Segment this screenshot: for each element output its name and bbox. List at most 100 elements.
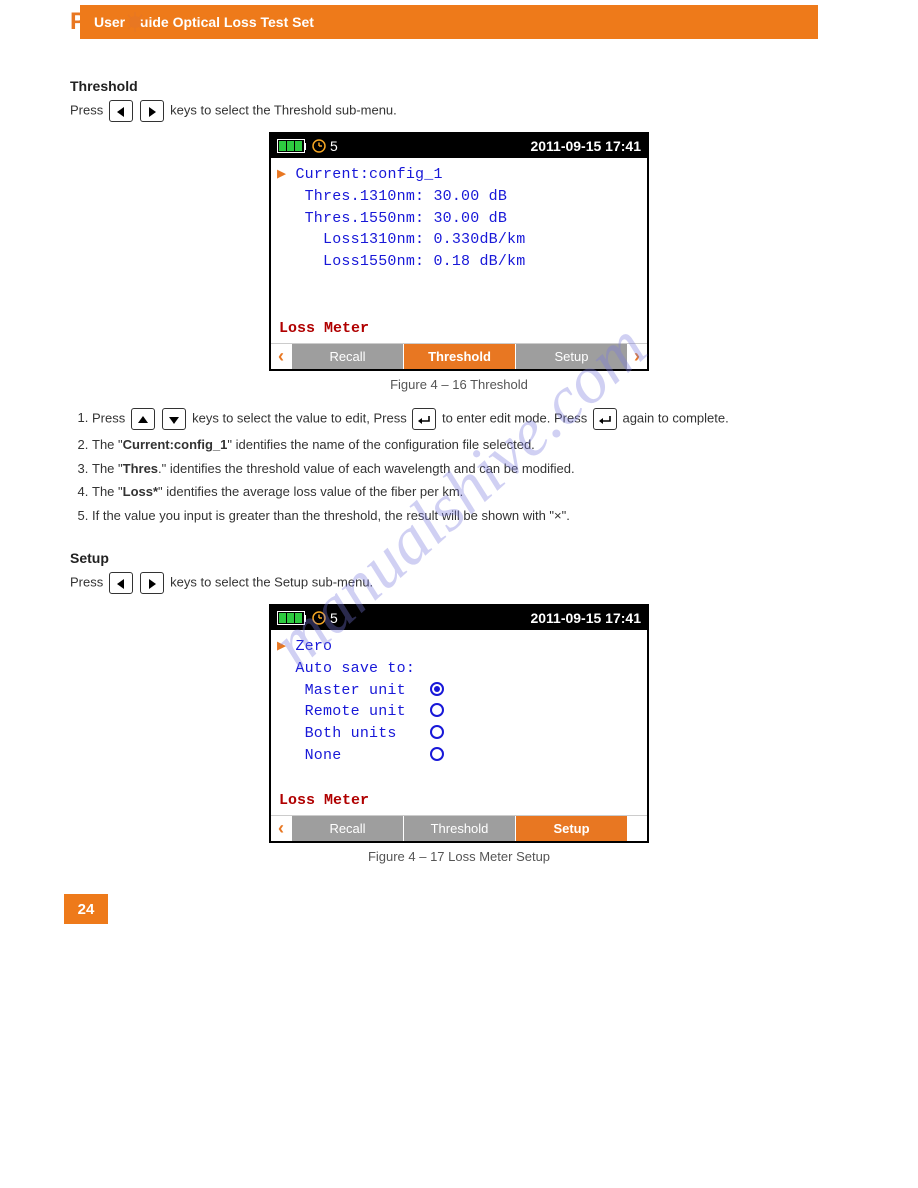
- text: " identifies the name of the configurati…: [227, 437, 534, 452]
- text: The ": [92, 437, 123, 452]
- radio-icon[interactable]: [430, 725, 444, 739]
- up-arrow-key-icon: [131, 408, 155, 430]
- figure-caption-threshold: Figure 4 – 16 Threshold: [70, 377, 848, 392]
- value: 30.00 dB: [433, 188, 507, 205]
- right-arrow-key-icon: [140, 572, 164, 594]
- tab-setup[interactable]: Setup: [515, 344, 627, 369]
- setup-intro: Press keys to select the Setup sub-menu.: [70, 572, 848, 594]
- text: " identifies the average loss value of t…: [158, 484, 463, 499]
- step-1: Press keys to select the value to edit, …: [92, 408, 848, 430]
- line-opt-both: Both units: [277, 723, 641, 745]
- text: to enter edit mode. Press: [442, 410, 587, 425]
- text: The ": [92, 484, 123, 499]
- battery-icon: [277, 139, 306, 153]
- radio-icon[interactable]: [430, 747, 444, 761]
- status-bar: 5 2011-09-15 17:41: [271, 606, 647, 630]
- clock-icon: [312, 139, 326, 153]
- text: Press: [70, 102, 103, 117]
- cursor-icon: ▶: [277, 638, 286, 655]
- bold: Current:config_1: [123, 437, 228, 452]
- device-screen-setup: 5 2011-09-15 17:41 ▶ Zero Auto save to: …: [269, 604, 649, 843]
- text: again to complete.: [622, 410, 728, 425]
- label: Loss1550nm:: [323, 253, 424, 270]
- text: Press: [92, 410, 125, 425]
- text: If the value you input is greater than t…: [92, 508, 570, 523]
- opt-label: Master unit: [305, 682, 406, 699]
- sun-icon: [125, 12, 145, 32]
- page-number: 24: [64, 894, 108, 924]
- datetime: 2011-09-15 17:41: [530, 610, 641, 626]
- left-arrow-key-icon: [109, 572, 133, 594]
- enter-key-icon: [593, 408, 617, 430]
- bold: Loss*: [123, 484, 158, 499]
- footer-label: Loss Meter: [271, 318, 647, 343]
- text: keys to select the value to edit, Press: [192, 410, 407, 425]
- clock-icon: [312, 611, 326, 625]
- line-opt-none: None: [277, 745, 641, 767]
- threshold-heading: Threshold: [70, 78, 848, 94]
- down-arrow-key-icon: [162, 408, 186, 430]
- threshold-steps: Press keys to select the value to edit, …: [70, 408, 848, 524]
- value: 30.00 dB: [433, 210, 507, 227]
- tab-recall[interactable]: Recall: [291, 816, 403, 841]
- tab-blank: [627, 816, 647, 841]
- page-header: PRO User Guide Optical Loss Test Set: [0, 0, 918, 44]
- timer-value: 5: [330, 610, 338, 626]
- current-config: Current:config_1: [295, 166, 442, 183]
- step-3: The "Thres." identifies the threshold va…: [92, 460, 848, 478]
- tab-threshold[interactable]: Threshold: [403, 344, 515, 369]
- datetime: 2011-09-15 17:41: [530, 138, 641, 154]
- text: ." identifies the threshold value of eac…: [158, 461, 575, 476]
- bold: Thres: [123, 461, 158, 476]
- line-current: ▶ Current:config_1: [277, 164, 641, 186]
- autosave-label: Auto save to:: [295, 660, 415, 677]
- line-autosave: Auto save to:: [277, 658, 641, 680]
- enter-key-icon: [412, 408, 436, 430]
- timer-value: 5: [330, 138, 338, 154]
- line-zero: ▶ Zero: [277, 636, 641, 658]
- label: Loss1310nm:: [323, 231, 424, 248]
- opt-label: Remote unit: [305, 703, 406, 720]
- text: Press: [70, 575, 103, 590]
- battery-icon: [277, 611, 306, 625]
- tab-next-icon[interactable]: ›: [627, 344, 647, 369]
- line-loss1310: Loss1310nm: 0.330dB/km: [277, 229, 641, 251]
- tab-recall[interactable]: Recall: [291, 344, 403, 369]
- text: The ": [92, 461, 123, 476]
- screen-body: ▶ Current:config_1 Thres.1310nm: 30.00 d…: [271, 158, 647, 318]
- line-thres1550: Thres.1550nm: 30.00 dB: [277, 208, 641, 230]
- radio-icon[interactable]: [430, 703, 444, 717]
- right-arrow-key-icon: [140, 100, 164, 122]
- text: keys to select the Threshold sub-menu.: [170, 102, 397, 117]
- label: Thres.1310nm:: [305, 188, 425, 205]
- status-bar: 5 2011-09-15 17:41: [271, 134, 647, 158]
- footer-label: Loss Meter: [271, 790, 647, 815]
- line-opt-master: Master unit: [277, 680, 641, 702]
- header-band: User Guide Optical Loss Test Set: [80, 5, 818, 39]
- tab-bar: ‹ Recall Threshold Setup ›: [271, 343, 647, 369]
- value: 0.330dB/km: [433, 231, 525, 248]
- opt-label: Both units: [305, 725, 397, 742]
- tab-threshold[interactable]: Threshold: [403, 816, 515, 841]
- line-thres1310: Thres.1310nm: 30.00 dB: [277, 186, 641, 208]
- zero-label: Zero: [295, 638, 332, 655]
- tab-bar: ‹ Recall Threshold Setup: [271, 815, 647, 841]
- radio-checked-icon[interactable]: [430, 682, 444, 696]
- step-4: The "Loss*" identifies the average loss …: [92, 483, 848, 501]
- threshold-intro: Press keys to select the Threshold sub-m…: [70, 100, 848, 122]
- value: 0.18 dB/km: [433, 253, 525, 270]
- tab-prev-icon[interactable]: ‹: [271, 344, 291, 369]
- label: Thres.1550nm:: [305, 210, 425, 227]
- cursor-icon: ▶: [277, 166, 286, 183]
- step-2: The "Current:config_1" identifies the na…: [92, 436, 848, 454]
- left-arrow-key-icon: [109, 100, 133, 122]
- line-loss1550: Loss1550nm: 0.18 dB/km: [277, 251, 641, 273]
- brand-logo: PRO: [0, 0, 80, 44]
- figure-caption-setup: Figure 4 – 17 Loss Meter Setup: [70, 849, 848, 864]
- tab-prev-icon[interactable]: ‹: [271, 816, 291, 841]
- text: keys to select the Setup sub-menu.: [170, 575, 373, 590]
- screen-body: ▶ Zero Auto save to: Master unit Remote …: [271, 630, 647, 790]
- tab-setup[interactable]: Setup: [515, 816, 627, 841]
- opt-label: None: [305, 747, 342, 764]
- device-screen-threshold: 5 2011-09-15 17:41 ▶ Current:config_1 Th…: [269, 132, 649, 371]
